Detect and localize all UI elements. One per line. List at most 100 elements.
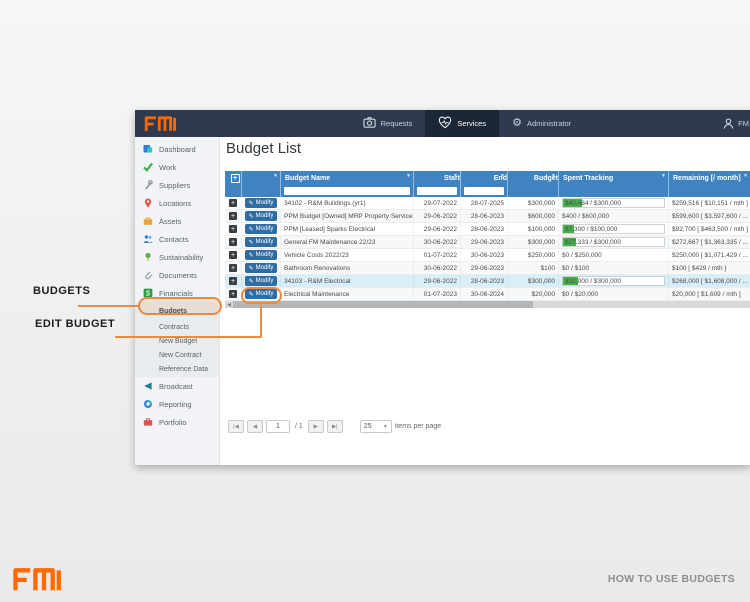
nav-item-label: Administrator	[527, 119, 571, 128]
table-row[interactable]: +✎ModifyPPM [Leased] Sparks Electrical29…	[225, 223, 750, 236]
sidebar-item-reference-data[interactable]: Reference Data	[135, 362, 219, 376]
page-number-input[interactable]	[266, 420, 290, 433]
sidebar-item-contacts[interactable]: Contacts	[135, 230, 219, 248]
expand-row-button[interactable]: +	[229, 264, 237, 272]
expand-row-button[interactable]: +	[229, 225, 237, 233]
filter-cell	[559, 185, 669, 197]
expand-row-button[interactable]: +	[229, 199, 237, 207]
expand-row-button[interactable]: +	[229, 290, 237, 298]
table-row[interactable]: +✎Modify34102 - R&M Buildings (yr1)29-07…	[225, 197, 750, 210]
sidebar-item-new-contract[interactable]: New Contract	[135, 348, 219, 362]
expand-cell: +	[225, 236, 242, 248]
chevron-down-icon[interactable]: ▼	[406, 173, 411, 179]
sidebar-item-work[interactable]: Work	[135, 158, 219, 176]
spent-tracking-cell: $0 / $20,000	[559, 288, 669, 300]
sidebar-item-dashboard[interactable]: Dashboard	[135, 140, 219, 158]
next-page-button[interactable]: ▶	[308, 420, 324, 433]
chevron-down-icon[interactable]: ▼	[661, 173, 666, 179]
modify-button[interactable]: ✎Modify	[245, 224, 277, 234]
sidebar-item-suppliers[interactable]: Suppliers	[135, 176, 219, 194]
expand-all-button[interactable]: +	[231, 174, 240, 183]
modify-button[interactable]: ✎Modify	[245, 276, 277, 286]
filter-input-budget-name[interactable]	[284, 187, 410, 195]
table-row[interactable]: +✎ModifyGeneral FM Maintenance 22/2330-0…	[225, 236, 750, 249]
budget-amount-cell: $100	[508, 262, 559, 274]
modify-button[interactable]: ✎Modify	[245, 250, 277, 260]
table-row[interactable]: +✎ModifyElectrical Maintenance01-07-2023…	[225, 288, 750, 301]
scroll-left-icon[interactable]: ◀	[225, 302, 233, 308]
budget-amount-cell: $300,000	[508, 236, 559, 248]
table-row[interactable]: + ✎Modify PPM Budget [Owned] MRP Property …	[225, 210, 750, 223]
fmi-logo[interactable]	[135, 110, 195, 137]
modify-button-label: Modify	[256, 200, 274, 206]
spent-tracking-cell: $40,484 / $300,000	[559, 197, 669, 209]
modify-button[interactable]: ✎Modify	[245, 263, 277, 273]
pencil-icon: ✎	[249, 213, 254, 220]
expand-row-button[interactable]: +	[229, 251, 237, 259]
sidebar-item-locations[interactable]: Locations	[135, 194, 219, 212]
sidebar-item-broadcast[interactable]: Broadcast	[135, 377, 219, 395]
sidebar-item-reporting[interactable]: Reporting	[135, 395, 219, 413]
table-row[interactable]: +✎ModifyVehicle Costs 2022/2301-07-20223…	[225, 249, 750, 262]
remaining-cell: $259,516 [ $10,151 / mth ]	[669, 197, 750, 209]
chevron-down-icon[interactable]: ▼	[500, 173, 505, 179]
expand-row-button[interactable]: +	[229, 212, 237, 220]
top-nav-group: Requests Services⚙Administrator	[350, 110, 585, 137]
column-header-remaining-month[interactable]: Remaining [/ month]▼	[669, 171, 750, 185]
table-row[interactable]: +✎Modify34103 - R&M Electrical29-06-2022…	[225, 275, 750, 288]
column-header-spent-tracking[interactable]: Spent Tracking▼	[559, 171, 669, 185]
page-size-select[interactable]: 25 ▼	[360, 420, 392, 433]
filter-input-start[interactable]	[417, 187, 457, 195]
chevron-down-icon: ▼	[383, 424, 388, 430]
documents-paperclip-icon	[143, 270, 153, 280]
nav-item-administrator[interactable]: ⚙Administrator	[499, 110, 584, 137]
column-header-end[interactable]: End▼	[461, 171, 508, 185]
sidebar-item-assets[interactable]: Assets	[135, 212, 219, 230]
expand-row-button[interactable]: +	[229, 277, 237, 285]
chevron-down-icon[interactable]: ▼	[453, 173, 458, 179]
nav-item-services[interactable]: Services	[425, 110, 499, 137]
portfolio-briefcase-icon	[143, 417, 153, 427]
column-header-budget[interactable]: Budget▼	[508, 171, 559, 185]
end-date-cell: 29-06-2023	[461, 262, 508, 274]
nav-item-label: Requests	[381, 119, 413, 128]
sidebar-item-documents[interactable]: Documents	[135, 266, 219, 284]
chevron-down-icon[interactable]: ▼	[551, 173, 556, 179]
last-page-button[interactable]: ▶|	[327, 420, 343, 433]
modify-column-header[interactable]: ▼	[242, 171, 281, 185]
prev-page-button[interactable]: ◀	[247, 420, 263, 433]
chevron-down-icon[interactable]: ▼	[743, 173, 748, 179]
modify-button-label: Modify	[256, 278, 274, 284]
spent-tracking-cell: $400 / $600,000	[559, 210, 669, 222]
expand-cell: +	[225, 249, 242, 261]
column-header-budget-name[interactable]: Budget Name▼	[281, 171, 414, 185]
modify-button-label: Modify	[256, 265, 274, 271]
modify-cell: ✎Modify	[242, 262, 281, 274]
nav-item-requests[interactable]: Requests	[350, 110, 426, 137]
horizontal-scrollbar[interactable]: ◀	[225, 301, 750, 308]
modify-button[interactable]: ✎Modify	[245, 211, 277, 221]
pencil-icon: ✎	[249, 226, 254, 233]
expand-row-button[interactable]: +	[229, 238, 237, 246]
budget-name-cell: Bathroom Renovations	[281, 262, 414, 274]
modify-cell: ✎Modify	[242, 210, 281, 222]
user-menu[interactable]: FM	[722, 110, 750, 137]
first-page-button[interactable]: |◀	[228, 420, 244, 433]
fmi-logo-icon	[12, 566, 64, 592]
filter-input-end[interactable]	[464, 187, 504, 195]
modify-cell: ✎Modify	[242, 197, 281, 209]
modify-button[interactable]: ✎Modify	[245, 198, 277, 208]
column-header-start[interactable]: Start▼	[414, 171, 461, 185]
modify-button-label: Modify	[256, 239, 274, 245]
sidebar-item-portfolio[interactable]: Portfolio	[135, 413, 219, 431]
spent-text: $40,484 / $300,000	[563, 200, 621, 207]
sidebar-item-sustainability[interactable]: Sustainability	[135, 248, 219, 266]
filter-cell	[414, 185, 461, 197]
table-row[interactable]: +✎ModifyBathroom Renovations30-06-202229…	[225, 262, 750, 275]
sidebar-item-contracts[interactable]: Contracts	[135, 320, 219, 334]
chevron-down-icon[interactable]: ▼	[273, 173, 278, 179]
budget-name-cell: PPM Budget [Owned] MRP Property Services	[281, 210, 414, 222]
modify-button[interactable]: ✎Modify	[245, 237, 277, 247]
dashboard-icon	[143, 144, 153, 154]
budget-amount-cell: $20,000	[508, 288, 559, 300]
